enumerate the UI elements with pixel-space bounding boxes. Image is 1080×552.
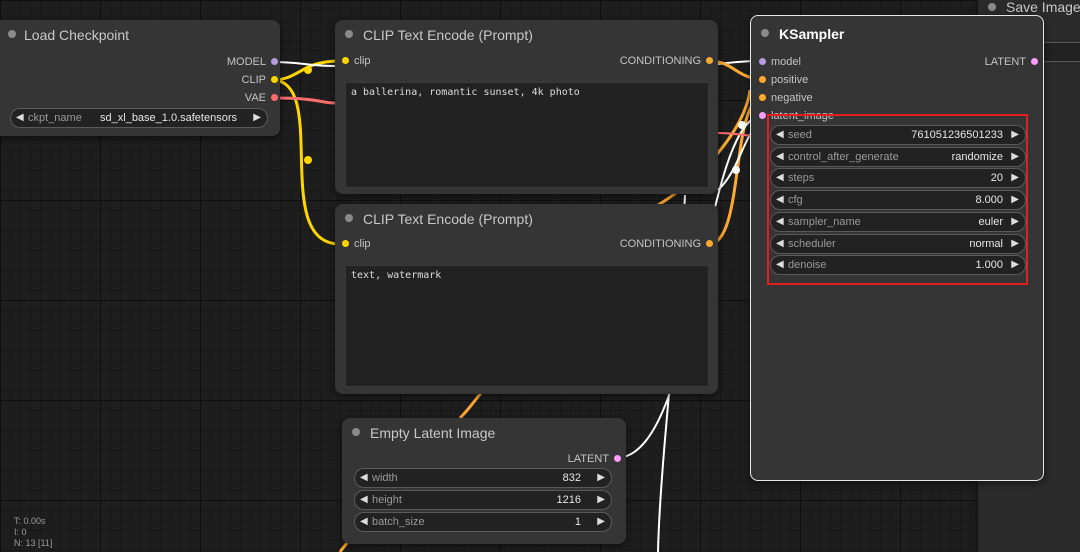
widget-label: height [372, 494, 402, 506]
node-title: Load Checkpoint [24, 27, 130, 43]
decrement-arrow-icon[interactable]: ◀ [360, 515, 368, 529]
slot-dot-icon[interactable] [342, 57, 349, 64]
input-slot-model[interactable]: model [759, 54, 801, 70]
increment-arrow-icon[interactable]: ▶ [597, 515, 605, 529]
slot-dot-icon[interactable] [271, 76, 278, 83]
slot-label: model [771, 56, 801, 68]
node-header[interactable]: Empty Latent Image [342, 418, 626, 446]
collapse-dot-icon[interactable] [352, 428, 360, 436]
render-stats: T: 0.00s I: 0 N: 13 [11] [14, 516, 52, 549]
input-slot-negative[interactable]: negative [759, 90, 813, 106]
node-header[interactable]: Load Checkpoint [0, 20, 280, 48]
reroute-dot-clip-2 [304, 156, 312, 164]
increment-arrow-icon[interactable]: ▶ [597, 493, 605, 507]
widget-label: ckpt_name [28, 112, 82, 124]
slot-label: negative [771, 92, 813, 104]
stats-time: T: 0.00s [14, 516, 46, 526]
output-slot-conditioning[interactable]: CONDITIONING [620, 53, 713, 69]
input-slot-clip[interactable]: clip [342, 53, 371, 69]
slot-label: CONDITIONING [619, 238, 701, 250]
slot-label: LATENT [567, 453, 609, 465]
slot-label: CLIP [241, 74, 266, 86]
widget-value: 832 [562, 472, 581, 484]
collapse-dot-icon[interactable] [988, 3, 996, 11]
widget-value: 1 [574, 516, 581, 528]
widget-value: sd_xl_base_1.0.safetensors [100, 112, 237, 124]
decrement-arrow-icon[interactable]: ◀ [360, 471, 368, 485]
node-title: CLIP Text Encode (Prompt) [363, 27, 533, 43]
node-title: Empty Latent Image [370, 425, 496, 441]
stats-iterations: I: 0 [14, 527, 27, 537]
collapse-dot-icon[interactable] [8, 30, 16, 38]
slot-dot-icon[interactable] [271, 58, 278, 65]
widget-batch-size[interactable]: ◀ batch_size 1 ▶ [354, 512, 612, 532]
widget-label: batch_size [372, 516, 425, 528]
node-title: CLIP Text Encode (Prompt) [363, 211, 533, 227]
widget-value: 1216 [556, 494, 581, 506]
slot-label: clip [354, 238, 371, 250]
slot-dot-icon[interactable] [759, 58, 766, 65]
node-title: KSampler [779, 26, 845, 42]
node-header[interactable]: CLIP Text Encode (Prompt) [335, 20, 718, 48]
slot-dot-icon[interactable] [271, 94, 278, 101]
slot-dot-icon[interactable] [706, 240, 713, 247]
collapse-dot-icon[interactable] [761, 29, 769, 37]
slot-label: clip [354, 55, 371, 67]
slot-label: VAE [244, 92, 266, 104]
reroute-dot-clip-1 [304, 66, 312, 74]
output-slot-clip[interactable]: CLIP [242, 72, 278, 88]
reroute-dot-latent [732, 166, 740, 174]
decrement-arrow-icon[interactable]: ◀ [16, 111, 24, 125]
widget-ckpt-name[interactable]: ◀ ckpt_name sd_xl_base_1.0.safetensors ▶ [10, 108, 268, 128]
input-slot-clip[interactable]: clip [342, 236, 371, 252]
slot-dot-icon[interactable] [759, 112, 766, 119]
widget-label: width [372, 472, 398, 484]
output-slot-model[interactable]: MODEL [227, 54, 278, 70]
slot-label: LATENT [984, 56, 1026, 68]
prompt-textarea[interactable]: text, watermark [345, 265, 709, 387]
output-slot-latent[interactable]: LATENT [985, 54, 1038, 70]
prompt-textarea[interactable]: a ballerina, romantic sunset, 4k photo [345, 82, 709, 188]
node-header[interactable]: CLIP Text Encode (Prompt) [335, 204, 718, 232]
empty-latent-in-link [458, 392, 483, 420]
node-title: Save Image [1006, 0, 1080, 15]
reroute-dot-model [738, 121, 746, 129]
node-empty-latent-image[interactable]: Empty Latent Image LATENT ◀ width 832 ▶ … [342, 418, 626, 544]
slot-dot-icon[interactable] [759, 76, 766, 83]
node-header[interactable]: KSampler [751, 16, 1043, 44]
decrement-arrow-icon[interactable]: ◀ [360, 493, 368, 507]
slot-dot-icon[interactable] [342, 240, 349, 247]
collapse-dot-icon[interactable] [345, 30, 353, 38]
input-slot-positive[interactable]: positive [759, 72, 808, 88]
stats-node-count: N: 13 [11] [14, 538, 53, 548]
slot-dot-icon[interactable] [614, 455, 621, 462]
output-slot-latent[interactable]: LATENT [568, 451, 621, 467]
highlight-annotation-box [767, 114, 1028, 285]
increment-arrow-icon[interactable]: ▶ [597, 471, 605, 485]
increment-arrow-icon[interactable]: ▶ [253, 111, 261, 125]
collapse-dot-icon[interactable] [345, 214, 353, 222]
node-clip-text-encode-negative[interactable]: CLIP Text Encode (Prompt) clip CONDITION… [335, 204, 718, 394]
slot-label: CONDITIONING [619, 55, 701, 67]
node-clip-text-encode-positive[interactable]: CLIP Text Encode (Prompt) clip CONDITION… [335, 20, 718, 194]
slot-dot-icon[interactable] [706, 57, 713, 64]
slot-label: MODEL [226, 56, 266, 68]
widget-width[interactable]: ◀ width 832 ▶ [354, 468, 612, 488]
node-load-checkpoint[interactable]: Load Checkpoint MODEL CLIP VAE ◀ ckpt_na… [0, 20, 280, 136]
slot-label: positive [771, 74, 809, 86]
vae-link [271, 96, 336, 105]
slot-dot-icon[interactable] [759, 94, 766, 101]
widget-height[interactable]: ◀ height 1216 ▶ [354, 490, 612, 510]
output-slot-conditioning[interactable]: CONDITIONING [620, 236, 713, 252]
output-slot-vae[interactable]: VAE [245, 90, 278, 106]
slot-dot-icon[interactable] [1031, 58, 1038, 65]
